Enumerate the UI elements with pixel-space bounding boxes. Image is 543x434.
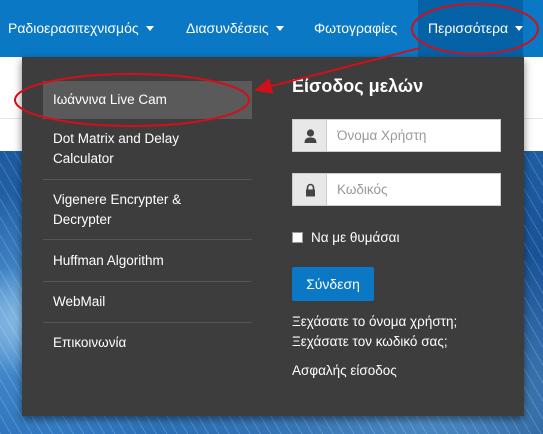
forgot-username-link[interactable]: Ξεχάσατε το όνομα χρήστη;	[292, 314, 457, 329]
remember-me-label: Να με θυμάσαι	[311, 230, 400, 245]
nav-item-photos[interactable]: Φωτογραφίες	[314, 0, 397, 57]
forgot-password-link[interactable]: Ξεχάσατε τον κωδικό σας;	[292, 334, 448, 349]
remember-me: Να με θυμάσαι	[292, 230, 399, 245]
menu-item-vigenere[interactable]: Vigenere Encrypter & Decrypter	[43, 190, 252, 230]
menu-item-label-line1: Vigenere Encrypter &	[53, 192, 182, 207]
menu-item-contact[interactable]: Επικοινωνία	[43, 333, 252, 353]
nav-item-label: Ραδιοερασιτεχνισμός	[8, 20, 139, 36]
nav-item-label: Περισσότερα	[428, 20, 509, 36]
username-input[interactable]	[327, 119, 501, 152]
lock-icon	[292, 173, 327, 206]
remember-me-checkbox[interactable]	[292, 232, 303, 243]
menu-separator	[43, 239, 252, 240]
password-group	[292, 173, 501, 206]
password-input[interactable]	[327, 173, 501, 206]
menu-item-label: Επικοινωνία	[53, 335, 127, 350]
menu-item-label-line2: Calculator	[53, 151, 114, 166]
menu-item-dot-matrix-calculator[interactable]: Dot Matrix and Delay Calculator	[43, 129, 252, 169]
login-button[interactable]: Σύνδεση	[292, 267, 374, 301]
nav-item-radio-amateur[interactable]: Ραδιοερασιτεχνισμός	[8, 0, 154, 57]
caret-down-icon	[515, 25, 524, 31]
menu-item-ioannina-live-cam[interactable]: Ιωάννινα Live Cam	[43, 81, 252, 119]
top-navbar: Ραδιοερασιτεχνισμός Διασυνδέσεις Φωτογρα…	[0, 0, 543, 57]
menu-item-label-line2: Decrypter	[53, 212, 112, 227]
menu-item-label: Ιωάννινα Live Cam	[53, 92, 167, 107]
username-group	[292, 119, 501, 152]
nav-item-links[interactable]: Διασυνδέσεις	[186, 0, 284, 57]
caret-down-icon	[275, 25, 284, 31]
login-title: Είσοδος μελών	[292, 76, 424, 96]
menu-item-label: Huffman Algorithm	[53, 253, 164, 268]
menu-separator	[43, 322, 252, 323]
menu-item-label: WebMail	[53, 294, 106, 309]
caret-down-icon	[145, 25, 154, 31]
nav-item-more[interactable]: Περισσότερα	[418, 0, 524, 57]
nav-item-label: Διασυνδέσεις	[186, 20, 269, 36]
menu-separator	[43, 281, 252, 282]
nav-item-label: Φωτογραφίες	[314, 20, 398, 36]
secure-login-link[interactable]: Ασφαλής είσοδος	[292, 363, 397, 378]
menu-item-webmail[interactable]: WebMail	[43, 292, 252, 312]
user-icon	[292, 119, 327, 152]
more-dropdown-panel: Ιωάννινα Live Cam Dot Matrix and Delay C…	[22, 57, 524, 416]
menu-item-huffman[interactable]: Huffman Algorithm	[43, 251, 252, 271]
menu-item-label-line1: Dot Matrix and Delay	[53, 131, 180, 146]
menu-separator	[43, 179, 252, 180]
